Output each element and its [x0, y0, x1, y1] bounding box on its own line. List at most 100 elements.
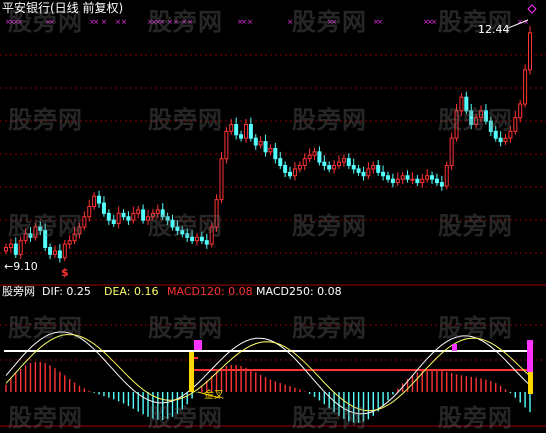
candle-body — [361, 171, 366, 177]
candle-body — [18, 240, 23, 255]
signal-cross: × — [241, 18, 247, 26]
watermark: 股旁网 — [148, 212, 223, 240]
candle-body — [351, 165, 356, 170]
candle-body — [121, 212, 126, 218]
signal-cross: × — [93, 18, 99, 26]
candle-body — [141, 209, 146, 221]
watermark: 股旁网 — [438, 404, 513, 432]
candle-body — [243, 124, 248, 139]
candle-body — [420, 178, 425, 184]
candle-body — [381, 171, 386, 177]
candle-body — [229, 124, 234, 132]
macd250-label: MACD250: 0.08 — [256, 285, 342, 298]
candle-body — [87, 206, 92, 218]
watermark: 股旁网 — [8, 404, 83, 432]
watermark: 股旁网 — [148, 106, 223, 134]
signal-cross: × — [121, 18, 127, 26]
candle-body — [513, 117, 518, 132]
candle-body — [297, 165, 302, 170]
candle-body — [263, 141, 268, 153]
watermark: 股旁网 — [148, 8, 223, 36]
watermark: 股旁网 — [8, 212, 83, 240]
candle-body — [8, 243, 13, 248]
signal-block — [452, 344, 457, 351]
buy-signal-bar — [528, 372, 533, 394]
watermark: 股旁网 — [438, 314, 513, 342]
candle-body — [523, 69, 528, 105]
signal-cross: × — [431, 18, 437, 26]
candle-body — [224, 130, 229, 160]
candle-body — [62, 243, 67, 259]
candle-body — [111, 219, 116, 225]
candle-body — [346, 158, 351, 167]
candle-body — [219, 158, 224, 201]
candle-body — [376, 165, 381, 173]
watermark: 股旁网 — [148, 314, 223, 342]
candle-body — [528, 32, 532, 71]
signal-cross: × — [115, 18, 121, 26]
candle-body — [400, 175, 405, 180]
diamond-marker — [527, 4, 537, 14]
watermark: 股旁网 — [292, 8, 367, 36]
candle-body — [283, 165, 288, 173]
candle-body — [82, 216, 87, 228]
candle-body — [52, 250, 57, 255]
candle-body — [234, 124, 239, 136]
macd120-label: MACD120: 0.08 — [167, 285, 253, 298]
candle-body — [307, 154, 312, 160]
candle-body — [116, 212, 121, 225]
chart-title: 平安银行(日线 前复权) — [2, 1, 124, 15]
candle-body — [332, 165, 337, 170]
candle-body — [439, 182, 444, 187]
signal-cross: × — [247, 18, 253, 26]
watermark: 股旁网 — [292, 314, 367, 342]
watermark: 股旁网 — [292, 404, 367, 432]
candle-body — [425, 175, 430, 180]
watermark: 股旁网 — [438, 212, 513, 240]
price-high-label: 12.44 — [478, 23, 510, 36]
signal-cross: × — [101, 18, 107, 26]
candle-body — [101, 202, 106, 214]
candle-body — [48, 247, 53, 255]
watermark: 股旁网 — [438, 106, 513, 134]
watermark: 股旁网 — [148, 404, 223, 432]
candle-body — [239, 134, 244, 139]
candle-body — [204, 240, 209, 245]
candle-body — [337, 161, 342, 166]
candle-body — [503, 137, 508, 143]
candle-body — [518, 103, 523, 119]
watermark: 股旁网 — [8, 106, 83, 134]
dif-label: DIF: 0.25 — [42, 285, 91, 298]
candle-body — [405, 175, 410, 180]
candle-body — [434, 178, 439, 184]
price-low-label: ←9.10 — [4, 260, 38, 273]
candle-body — [449, 137, 454, 167]
candle-body — [415, 178, 420, 184]
candle-body — [317, 151, 322, 163]
candle-body — [258, 141, 263, 146]
watermark: 股旁网 — [292, 212, 367, 240]
candle-body — [371, 165, 376, 170]
candle-body — [366, 168, 371, 177]
candle-body — [430, 175, 435, 180]
candle-body — [97, 195, 102, 204]
signal-block — [527, 340, 533, 372]
watermark: 股旁网 — [8, 314, 83, 342]
candle-body — [13, 243, 18, 255]
candle-body — [253, 137, 258, 146]
candle-body — [92, 195, 97, 207]
candle-body — [57, 250, 62, 259]
candle-body — [248, 124, 253, 139]
candle-body — [4, 247, 8, 252]
candle-body — [341, 158, 346, 163]
candle-body — [356, 168, 361, 173]
indicator-name: 股旁网 — [2, 285, 35, 298]
candle-body — [498, 137, 503, 143]
candle-body — [126, 216, 131, 221]
candle-body — [327, 165, 332, 170]
candle-body — [278, 158, 283, 167]
candle-body — [390, 178, 395, 184]
candle-body — [395, 178, 400, 184]
candle-body — [288, 171, 293, 177]
candle-body — [322, 161, 327, 166]
